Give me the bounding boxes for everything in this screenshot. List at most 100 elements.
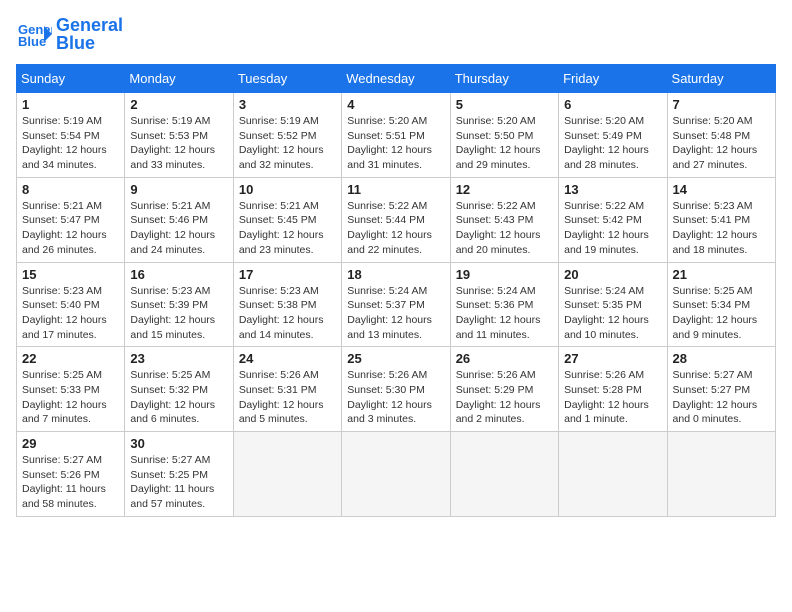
day-number: 28 (673, 351, 770, 366)
svg-text:Blue: Blue (18, 34, 46, 49)
day-info: Sunrise: 5:20 AM Sunset: 5:51 PM Dayligh… (347, 114, 444, 173)
day-info: Sunrise: 5:24 AM Sunset: 5:35 PM Dayligh… (564, 284, 661, 343)
calendar-cell: 25 Sunrise: 5:26 AM Sunset: 5:30 PM Dayli… (342, 347, 450, 432)
calendar-cell: 12Sunrise: 5:22 AM Sunset: 5:43 PM Dayli… (450, 177, 558, 262)
day-number: 27 (564, 351, 661, 366)
day-info: Sunrise: 5:26 AM Sunset: 5:29 PM Dayligh… (456, 368, 553, 427)
day-number: 10 (239, 182, 336, 197)
day-info: Sunrise: 5:20 AM Sunset: 5:48 PM Dayligh… (673, 114, 770, 173)
calendar-cell: 22 Sunrise: 5:25 AM Sunset: 5:33 PM Dayli… (17, 347, 125, 432)
day-number: 25 (347, 351, 444, 366)
calendar-cell (233, 432, 341, 517)
calendar-cell: 4Sunrise: 5:20 AM Sunset: 5:51 PM Daylig… (342, 93, 450, 178)
calendar-cell: 9 Sunrise: 5:21 AM Sunset: 5:46 PM Daylig… (125, 177, 233, 262)
calendar-cell: 20 Sunrise: 5:24 AM Sunset: 5:35 PM Dayli… (559, 262, 667, 347)
day-info: Sunrise: 5:27 AM Sunset: 5:27 PM Dayligh… (673, 368, 770, 427)
calendar-cell: 2 Sunrise: 5:19 AM Sunset: 5:53 PM Daylig… (125, 93, 233, 178)
day-info: Sunrise: 5:27 AM Sunset: 5:25 PM Dayligh… (130, 453, 227, 512)
weekday-header-tuesday: Tuesday (233, 65, 341, 93)
day-number: 30 (130, 436, 227, 451)
day-number: 24 (239, 351, 336, 366)
day-info: Sunrise: 5:19 AM Sunset: 5:53 PM Dayligh… (130, 114, 227, 173)
day-info: Sunrise: 5:23 AM Sunset: 5:38 PM Dayligh… (239, 284, 336, 343)
day-number: 9 (130, 182, 227, 197)
calendar-cell: 14 Sunrise: 5:23 AM Sunset: 5:41 PM Dayli… (667, 177, 775, 262)
day-number: 7 (673, 97, 770, 112)
day-info: Sunrise: 5:23 AM Sunset: 5:40 PM Dayligh… (22, 284, 119, 343)
calendar-cell: 16 Sunrise: 5:23 AM Sunset: 5:39 PM Dayli… (125, 262, 233, 347)
calendar-cell: 11 Sunrise: 5:22 AM Sunset: 5:44 PM Dayli… (342, 177, 450, 262)
day-info: Sunrise: 5:20 AM Sunset: 5:50 PM Dayligh… (456, 114, 553, 173)
calendar-cell: 8 Sunrise: 5:21 AM Sunset: 5:47 PM Daylig… (17, 177, 125, 262)
weekday-header-sunday: Sunday (17, 65, 125, 93)
day-info: Sunrise: 5:26 AM Sunset: 5:30 PM Dayligh… (347, 368, 444, 427)
calendar-cell: 26 Sunrise: 5:26 AM Sunset: 5:29 PM Dayli… (450, 347, 558, 432)
calendar-week-4: 22 Sunrise: 5:25 AM Sunset: 5:33 PM Dayli… (17, 347, 776, 432)
calendar-cell: 5 Sunrise: 5:20 AM Sunset: 5:50 PM Daylig… (450, 93, 558, 178)
calendar-week-2: 8 Sunrise: 5:21 AM Sunset: 5:47 PM Daylig… (17, 177, 776, 262)
calendar-cell: 6 Sunrise: 5:20 AM Sunset: 5:49 PM Daylig… (559, 93, 667, 178)
day-number: 22 (22, 351, 119, 366)
day-number: 3 (239, 97, 336, 112)
calendar-week-3: 15 Sunrise: 5:23 AM Sunset: 5:40 PM Dayli… (17, 262, 776, 347)
day-number: 21 (673, 267, 770, 282)
day-number: 19 (456, 267, 553, 282)
day-number: 26 (456, 351, 553, 366)
weekday-header-row: SundayMondayTuesdayWednesdayThursdayFrid… (17, 65, 776, 93)
day-number: 15 (22, 267, 119, 282)
calendar-cell: 17 Sunrise: 5:23 AM Sunset: 5:38 PM Dayli… (233, 262, 341, 347)
day-number: 29 (22, 436, 119, 451)
calendar-cell (342, 432, 450, 517)
day-number: 16 (130, 267, 227, 282)
day-info: Sunrise: 5:23 AM Sunset: 5:41 PM Dayligh… (673, 199, 770, 258)
day-number: 11 (347, 182, 444, 197)
day-info: Sunrise: 5:25 AM Sunset: 5:33 PM Dayligh… (22, 368, 119, 427)
weekday-header-thursday: Thursday (450, 65, 558, 93)
day-info: Sunrise: 5:26 AM Sunset: 5:31 PM Dayligh… (239, 368, 336, 427)
day-info: Sunrise: 5:24 AM Sunset: 5:37 PM Dayligh… (347, 284, 444, 343)
calendar: SundayMondayTuesdayWednesdayThursdayFrid… (16, 64, 776, 517)
logo-icon: General Blue (16, 16, 52, 52)
calendar-cell: 15 Sunrise: 5:23 AM Sunset: 5:40 PM Dayli… (17, 262, 125, 347)
day-number: 12 (456, 182, 553, 197)
day-number: 6 (564, 97, 661, 112)
logo: General Blue GeneralBlue (16, 16, 123, 52)
day-info: Sunrise: 5:21 AM Sunset: 5:46 PM Dayligh… (130, 199, 227, 258)
weekday-header-friday: Friday (559, 65, 667, 93)
day-info: Sunrise: 5:26 AM Sunset: 5:28 PM Dayligh… (564, 368, 661, 427)
day-number: 18 (347, 267, 444, 282)
day-number: 8 (22, 182, 119, 197)
day-info: Sunrise: 5:20 AM Sunset: 5:49 PM Dayligh… (564, 114, 661, 173)
calendar-cell: 19 Sunrise: 5:24 AM Sunset: 5:36 PM Dayli… (450, 262, 558, 347)
day-info: Sunrise: 5:27 AM Sunset: 5:26 PM Dayligh… (22, 453, 119, 512)
day-number: 2 (130, 97, 227, 112)
day-number: 20 (564, 267, 661, 282)
day-number: 5 (456, 97, 553, 112)
calendar-cell: 21 Sunrise: 5:25 AM Sunset: 5:34 PM Dayli… (667, 262, 775, 347)
day-number: 14 (673, 182, 770, 197)
calendar-cell: 18 Sunrise: 5:24 AM Sunset: 5:37 PM Dayli… (342, 262, 450, 347)
weekday-header-wednesday: Wednesday (342, 65, 450, 93)
calendar-cell: 13Sunrise: 5:22 AM Sunset: 5:42 PM Dayli… (559, 177, 667, 262)
day-info: Sunrise: 5:22 AM Sunset: 5:44 PM Dayligh… (347, 199, 444, 258)
calendar-cell: 28 Sunrise: 5:27 AM Sunset: 5:27 PM Dayli… (667, 347, 775, 432)
day-number: 17 (239, 267, 336, 282)
calendar-cell: 24 Sunrise: 5:26 AM Sunset: 5:31 PM Dayli… (233, 347, 341, 432)
calendar-cell (559, 432, 667, 517)
calendar-cell: 29 Sunrise: 5:27 AM Sunset: 5:26 PM Dayli… (17, 432, 125, 517)
day-number: 23 (130, 351, 227, 366)
calendar-cell: 7 Sunrise: 5:20 AM Sunset: 5:48 PM Daylig… (667, 93, 775, 178)
day-number: 13 (564, 182, 661, 197)
day-info: Sunrise: 5:19 AM Sunset: 5:52 PM Dayligh… (239, 114, 336, 173)
calendar-cell: 3 Sunrise: 5:19 AM Sunset: 5:52 PM Daylig… (233, 93, 341, 178)
day-info: Sunrise: 5:25 AM Sunset: 5:34 PM Dayligh… (673, 284, 770, 343)
day-info: Sunrise: 5:21 AM Sunset: 5:45 PM Dayligh… (239, 199, 336, 258)
weekday-header-monday: Monday (125, 65, 233, 93)
calendar-cell: 27 Sunrise: 5:26 AM Sunset: 5:28 PM Dayli… (559, 347, 667, 432)
day-number: 1 (22, 97, 119, 112)
day-info: Sunrise: 5:23 AM Sunset: 5:39 PM Dayligh… (130, 284, 227, 343)
day-info: Sunrise: 5:21 AM Sunset: 5:47 PM Dayligh… (22, 199, 119, 258)
day-info: Sunrise: 5:19 AM Sunset: 5:54 PM Dayligh… (22, 114, 119, 173)
calendar-cell: 23Sunrise: 5:25 AM Sunset: 5:32 PM Dayli… (125, 347, 233, 432)
day-info: Sunrise: 5:24 AM Sunset: 5:36 PM Dayligh… (456, 284, 553, 343)
